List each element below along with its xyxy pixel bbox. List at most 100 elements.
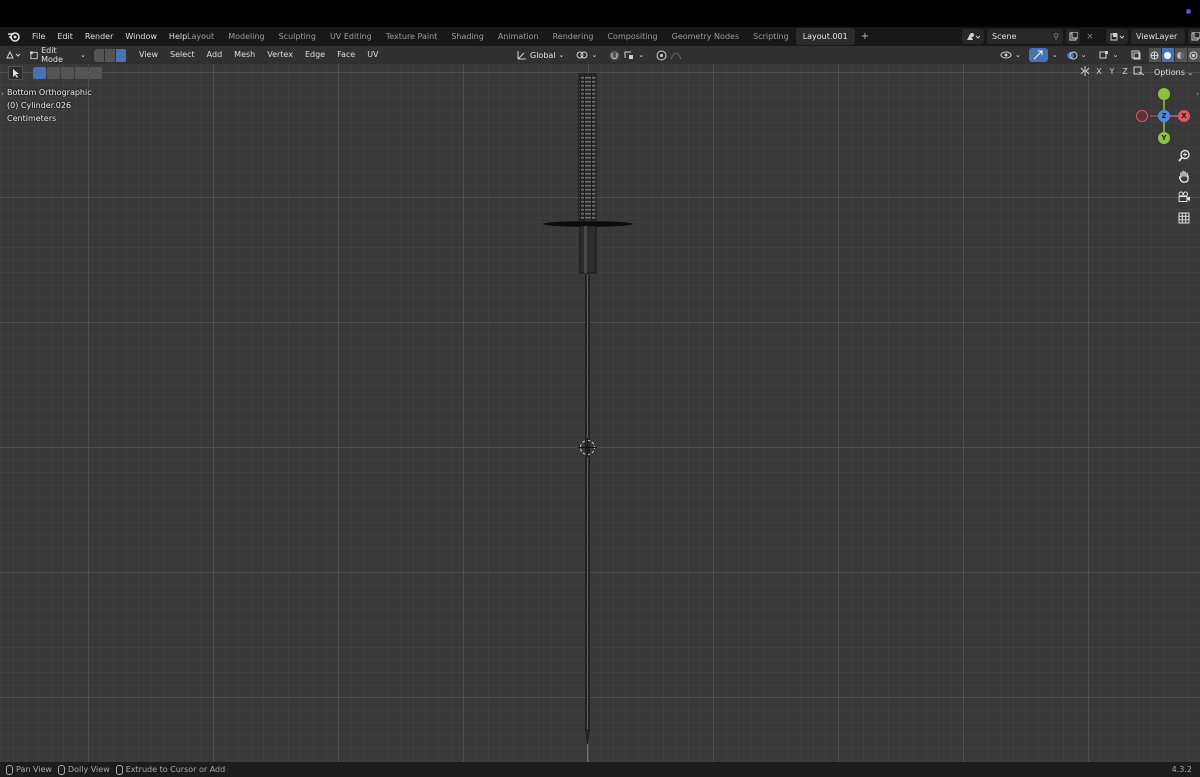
gizmo-x-neg-dot[interactable] xyxy=(1136,110,1148,122)
menu-file[interactable]: File xyxy=(26,27,51,46)
add-workspace-button[interactable]: + xyxy=(855,31,875,42)
viewport-header: Edit Mode ⌄ View Select Add Mesh Vertex … xyxy=(0,46,1200,64)
material-shading-icon[interactable] xyxy=(1174,48,1187,62)
editor-type-icon[interactable] xyxy=(0,48,26,62)
header-menu-uv[interactable]: UV xyxy=(361,46,384,64)
header-menu-view[interactable]: View xyxy=(133,46,164,64)
select-extend-icon[interactable] xyxy=(47,67,60,79)
tab-layout[interactable]: Layout xyxy=(180,28,221,45)
gizmo-z-label: Z xyxy=(1161,112,1167,120)
mouse-ctrl-icon xyxy=(57,764,65,775)
view-name-label: Bottom Orthographic xyxy=(7,88,92,97)
select-subtract-icon[interactable] xyxy=(61,67,74,79)
scene-selector-group: Scene ⚲ × ViewLayer xyxy=(962,29,1200,44)
tab-scripting[interactable]: Scripting xyxy=(746,28,796,45)
perspective-grid-icon[interactable] xyxy=(1175,209,1193,227)
tab-sculpting[interactable]: Sculpting xyxy=(272,28,323,45)
options-dropdown[interactable]: Options ⌄ xyxy=(1150,66,1197,80)
sword-mesh[interactable] xyxy=(540,72,636,762)
header-menu-mesh[interactable]: Mesh xyxy=(228,46,261,64)
gizmo-z-dot[interactable]: Z xyxy=(1158,110,1170,122)
snap-toggle[interactable]: ⌄ xyxy=(605,48,648,62)
select-new-icon[interactable] xyxy=(33,67,46,79)
n-panel-expand-icon[interactable]: ‹ xyxy=(1196,90,1199,98)
auto-merge-icon[interactable] xyxy=(1133,66,1145,76)
selection-mode-group xyxy=(33,67,102,79)
mirror-y-toggle[interactable]: Y xyxy=(1107,67,1117,76)
tab-compositing[interactable]: Compositing xyxy=(600,28,664,45)
tab-texture-paint[interactable]: Texture Paint xyxy=(379,28,445,45)
mirror-x-toggle[interactable]: X xyxy=(1094,67,1104,76)
menu-render[interactable]: Render xyxy=(79,27,119,46)
navigation-gizmo[interactable]: Z X Y xyxy=(1128,87,1190,145)
hand-pan-icon[interactable] xyxy=(1175,167,1193,185)
mode-label: Edit Mode xyxy=(41,46,63,64)
select-invert-icon[interactable] xyxy=(75,67,88,79)
mirror-z-toggle[interactable]: Z xyxy=(1120,67,1130,76)
top-bar: File Edit Render Window Help Layout Mode… xyxy=(0,27,1200,46)
view-layer-browse-icon[interactable] xyxy=(1106,29,1128,44)
header-menu-vertex[interactable]: Vertex xyxy=(261,46,299,64)
units-label: Centimeters xyxy=(7,114,57,123)
tab-geometry-nodes[interactable]: Geometry Nodes xyxy=(665,28,746,45)
new-view-layer-icon[interactable] xyxy=(1188,29,1200,44)
solid-shading-icon[interactable] xyxy=(1161,48,1174,62)
mirror-icon xyxy=(1080,66,1090,76)
gizmo-x-label: X xyxy=(1181,112,1187,120)
rendered-shading-icon[interactable] xyxy=(1187,48,1200,62)
menu-edit[interactable]: Edit xyxy=(51,27,79,46)
3d-viewport[interactable]: Bottom Orthographic (0) Cylinder.026 Cen… xyxy=(0,64,1200,762)
zoom-icon[interactable] xyxy=(1175,146,1193,164)
header-menu-select[interactable]: Select xyxy=(164,46,201,64)
chevron-down-icon: ⌄ xyxy=(80,51,86,59)
transform-orientation-dropdown[interactable]: Global ⌄ xyxy=(513,48,568,62)
tab-uv-editing[interactable]: UV Editing xyxy=(323,28,379,45)
scene-name-field[interactable]: Scene ⚲ xyxy=(987,29,1063,44)
tab-shading[interactable]: Shading xyxy=(444,28,491,45)
orientation-label: Global xyxy=(530,50,556,60)
view-layer-field[interactable]: ViewLayer xyxy=(1131,29,1185,44)
falloff-icon xyxy=(670,52,682,60)
overlays-toggle[interactable]: ⌄ xyxy=(1062,48,1091,62)
chevron-down-icon: ⌄ xyxy=(1080,51,1087,59)
proportional-editing-toggle[interactable] xyxy=(652,48,686,62)
new-scene-icon[interactable] xyxy=(1066,29,1080,44)
menu-window[interactable]: Window xyxy=(119,27,163,46)
snap-target-icon xyxy=(624,51,634,59)
visibility-dropdown[interactable]: ⌄ xyxy=(996,48,1025,62)
mesh-edit-overlays[interactable]: ⌄ xyxy=(1095,48,1123,62)
gizmo-toggle[interactable] xyxy=(1028,48,1048,62)
tab-modeling[interactable]: Modeling xyxy=(221,28,271,45)
wireframe-shading-icon[interactable] xyxy=(1148,48,1161,62)
chevron-down-icon: ⌄ xyxy=(1015,51,1021,59)
transform-tools: Global ⌄ ⌄ ⌄ xyxy=(513,48,686,62)
version-label: 4.3.2 xyxy=(1171,765,1192,774)
camera-view-icon[interactable] xyxy=(1175,188,1193,206)
view-layer-name: ViewLayer xyxy=(1136,32,1178,41)
header-menu-edge[interactable]: Edge xyxy=(299,46,331,64)
blender-logo-icon[interactable] xyxy=(0,27,26,46)
tab-animation[interactable]: Animation xyxy=(491,28,546,45)
sidebar-expand-icon[interactable]: › xyxy=(1,90,4,98)
select-intersect-icon[interactable] xyxy=(89,67,102,79)
vertex-select-icon[interactable] xyxy=(94,48,105,62)
tab-layout-001[interactable]: Layout.001 xyxy=(795,28,855,45)
mode-dropdown[interactable]: Edit Mode ⌄ xyxy=(26,46,90,64)
gizmo-y-neg-dot[interactable] xyxy=(1158,88,1170,100)
3d-cursor-icon[interactable] xyxy=(578,438,597,457)
xray-toggle[interactable] xyxy=(1127,48,1145,62)
header-menu-add[interactable]: Add xyxy=(201,46,229,64)
pin-icon[interactable]: ⚲ xyxy=(1053,29,1059,44)
pivot-point-dropdown[interactable]: ⌄ xyxy=(572,48,601,62)
gizmo-x-dot[interactable]: X xyxy=(1178,110,1190,122)
tab-rendering[interactable]: Rendering xyxy=(546,28,601,45)
select-tool-icon[interactable] xyxy=(8,66,23,80)
proportional-icon xyxy=(656,50,667,60)
gizmo-y-dot[interactable]: Y xyxy=(1158,132,1170,144)
remove-scene-icon[interactable]: × xyxy=(1083,29,1097,44)
chevron-down-icon[interactable]: ⌄ xyxy=(1052,51,1058,59)
header-menu-face[interactable]: Face xyxy=(331,46,361,64)
edge-select-icon[interactable] xyxy=(105,48,116,62)
face-select-icon[interactable] xyxy=(116,48,127,62)
scene-browse-icon[interactable] xyxy=(962,29,984,44)
